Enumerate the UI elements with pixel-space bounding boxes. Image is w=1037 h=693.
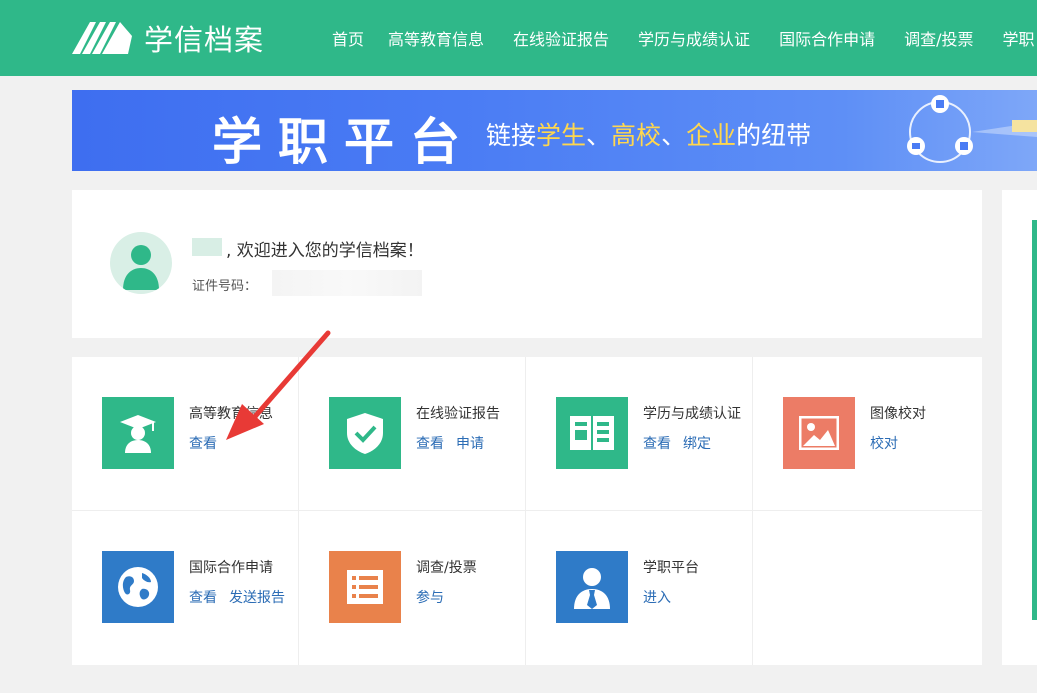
view-link[interactable]: 查看 [416, 436, 444, 452]
nav-online-report[interactable]: 在线验证报告 [513, 26, 609, 50]
graduate-icon[interactable] [102, 397, 174, 469]
proofread-link[interactable]: 校对 [870, 436, 898, 452]
top-header: 学信档案 首页 高等教育信息 在线验证报告 学历与成绩认证 国际合作申请 调查/… [0, 0, 1037, 76]
view-link[interactable]: 查看 [189, 590, 217, 606]
service-international: 国际合作申请 查看 发送报告 [72, 511, 299, 665]
bind-link[interactable]: 绑定 [683, 436, 711, 452]
network-illustration-icon [907, 95, 1037, 163]
view-link[interactable]: 查看 [189, 436, 217, 452]
id-number-label: 证件号码： [192, 279, 258, 294]
service-title: 调查/投票 [416, 560, 477, 576]
user-icon [123, 245, 159, 290]
image-icon[interactable] [783, 397, 855, 469]
welcome-text: , 欢迎进入您的学信档案！ [226, 241, 424, 261]
nav-survey[interactable]: 调查/投票 [904, 26, 973, 50]
masked-id-number [272, 270, 422, 296]
book-logo-icon [72, 22, 132, 54]
nav-international[interactable]: 国际合作申请 [779, 26, 875, 50]
banner-subtitle: 链接学生、高校、企业的纽带 [486, 121, 812, 150]
participate-link[interactable]: 参与 [416, 590, 444, 606]
side-panel [1002, 190, 1037, 665]
banner-title: 学职平台 [212, 113, 476, 171]
service-career-platform: 学职平台 进入 [526, 511, 753, 665]
person-tie-icon[interactable] [556, 551, 628, 623]
service-title: 学职平台 [643, 560, 699, 576]
masked-name [192, 238, 222, 256]
nav-home[interactable]: 首页 [332, 26, 364, 50]
nav-higher-education[interactable]: 高等教育信息 [388, 26, 484, 50]
enter-link[interactable]: 进入 [643, 590, 671, 606]
logo[interactable]: 学信档案 [72, 16, 264, 60]
profile-card: , 欢迎进入您的学信档案！ 证件号码： [72, 190, 982, 338]
apply-link[interactable]: 申请 [456, 436, 484, 452]
career-platform-banner[interactable]: 学职平台 链接学生、高校、企业的纽带 [72, 90, 1037, 171]
service-title: 图像校对 [870, 406, 926, 422]
empty-cell [753, 511, 982, 665]
globe-icon[interactable] [102, 551, 174, 623]
side-panel-accent [1032, 220, 1037, 620]
list-icon[interactable] [329, 551, 401, 623]
nav-certification[interactable]: 学历与成绩认证 [638, 26, 750, 50]
services-grid: 高等教育信息 查看 在线验证报告 查看 申请 学历与成绩认证 查看 绑定 图像校… [72, 357, 982, 665]
book-icon[interactable] [556, 397, 628, 469]
service-title: 学历与成绩认证 [643, 406, 741, 422]
service-online-report: 在线验证报告 查看 申请 [299, 357, 526, 511]
main-nav: 首页 高等教育信息 在线验证报告 学历与成绩认证 国际合作申请 调查/投票 学职 [332, 0, 1037, 76]
nav-career[interactable]: 学职 [1002, 26, 1034, 50]
service-survey: 调查/投票 参与 [299, 511, 526, 665]
service-higher-education: 高等教育信息 查看 [72, 357, 299, 511]
shield-check-icon[interactable] [329, 397, 401, 469]
service-image-check: 图像校对 校对 [753, 357, 982, 511]
service-title: 在线验证报告 [416, 406, 500, 422]
view-link[interactable]: 查看 [643, 436, 671, 452]
send-report-link[interactable]: 发送报告 [229, 590, 285, 606]
service-certification: 学历与成绩认证 查看 绑定 [526, 357, 753, 511]
service-title: 国际合作申请 [189, 560, 273, 576]
logo-text: 学信档案 [144, 23, 265, 57]
avatar [110, 232, 172, 294]
service-title: 高等教育信息 [189, 406, 273, 422]
